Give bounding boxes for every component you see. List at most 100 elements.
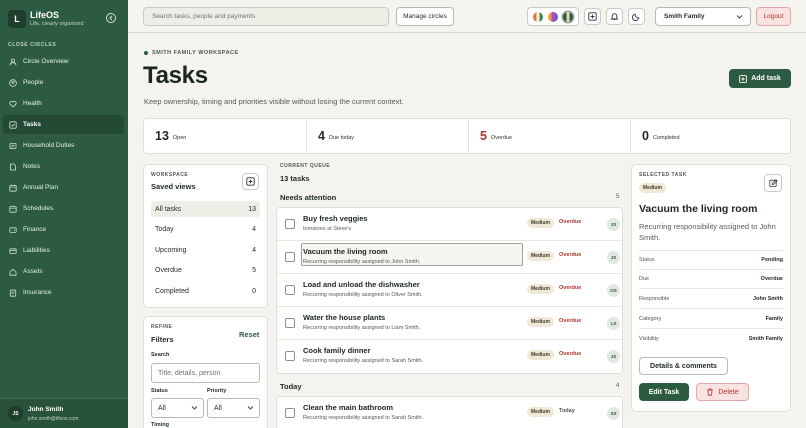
task-checkbox[interactable] [285,318,295,328]
view-completed[interactable]: Completed 0 [151,283,260,299]
view-upcoming[interactable]: Upcoming 4 [151,242,260,258]
stats-strip: 13 Open 4 Due today 5 Overdue 0 Completed [143,118,791,154]
status-select[interactable]: All [151,398,204,418]
detail-value: John Smith [753,296,783,302]
calendar-icon [9,184,17,192]
add-task-button[interactable]: Add task [729,69,791,88]
task-description: Recurring responsibility assigned to Sar… [303,358,424,364]
detail-title: Vacuum the living room [639,203,758,215]
sidebar-item-finance[interactable]: Finance [3,220,124,239]
task-row[interactable]: Clean the main bathroom Recurring respon… [277,397,622,428]
task-row-selected[interactable]: Vacuum the living room Recurring respons… [277,241,622,274]
queue-caption: CURRENT QUEUE [280,163,331,169]
theme-swatch-icon[interactable] [547,11,558,22]
delete-task-button[interactable]: Delete [696,383,749,401]
task-title: Clean the main bathroom [303,403,394,412]
priority-badge: Medium [527,284,554,294]
queue-count: 13 tasks [280,174,310,183]
task-row[interactable]: Water the house plants Recurring respons… [277,307,622,340]
assignee-avatar: JS [607,218,620,231]
task-checkbox[interactable] [285,252,295,262]
detail-key: Due [639,276,650,282]
task-description: Recurring responsibility assigned to Sar… [303,415,424,421]
reset-filters-button[interactable]: Reset [239,330,259,339]
sidebar-item-tasks[interactable]: Tasks [3,115,124,134]
manage-circles-button[interactable]: Manage circles [396,7,454,26]
sidebar-item-annual-plan[interactable]: Annual Plan [3,178,124,197]
pencil-icon [768,178,778,188]
due-status: Overdue [559,318,582,324]
sidebar-item-household-duties[interactable]: Household Duties [3,136,124,155]
assignee-avatar: JS [607,350,620,363]
view-overdue[interactable]: Overdue 5 [151,262,260,278]
sidebar-item-circle-overview[interactable]: Circle Overview [3,52,124,71]
sidebar: L LifeOS Life, clearly organized CLOSE C… [0,0,128,428]
task-list-today: Clean the main bathroom Recurring respon… [276,396,623,428]
wallet-icon [9,226,17,234]
app-logo[interactable]: L [8,10,26,28]
view-today[interactable]: Today 4 [151,221,260,237]
task-row[interactable]: Buy fresh veggies tomatoes at Steve's Me… [277,208,622,241]
priority-badge: Medium [639,183,666,193]
sidebar-item-label: Circle Overview [23,58,69,65]
stat-value: 0 [642,129,649,143]
sidebar-item-insurance[interactable]: Insurance [3,283,124,302]
task-checkbox[interactable] [285,285,295,295]
priority-field-label: Priority [207,388,227,394]
group-title: Needs attention [280,193,337,202]
stat-value: 5 [480,129,487,143]
task-title: Cook family dinner [303,346,371,355]
sidebar-item-schedules[interactable]: Schedules [3,199,124,218]
theme-swatch-icon[interactable] [562,11,573,22]
details-comments-button[interactable]: Details & comments [639,357,728,375]
priority-badge: Medium [527,317,554,327]
sidebar-item-label: Liabilities [23,247,50,254]
detail-key: Responsible [639,296,670,302]
collapse-sidebar-icon[interactable] [105,12,117,24]
due-status: Overdue [559,285,582,291]
group-count: 5 [616,194,620,200]
home-icon [9,268,17,276]
group-count: 4 [616,383,620,389]
theme-swatch-icon[interactable] [533,11,544,22]
sidebar-item-liabilities[interactable]: Liabilities [3,241,124,260]
stat-due-today: 4 Due today [306,119,468,153]
view-count: 13 [248,205,256,213]
logout-button[interactable]: Logout [756,7,791,26]
sidebar-item-notes[interactable]: Notes [3,157,124,176]
task-checkbox[interactable] [285,408,295,418]
search-field-label: Search [151,352,170,358]
sidebar-item-assets[interactable]: Assets [3,262,124,281]
task-row[interactable]: Cook family dinner Recurring responsibil… [277,340,622,373]
family-select[interactable]: Smith Family [655,7,751,26]
dark-mode-button[interactable] [628,8,645,25]
task-checkbox[interactable] [285,219,295,229]
edit-task-button[interactable]: Edit Task [639,383,689,401]
priority-badge: Medium [527,350,554,360]
priority-select[interactable]: All [207,398,260,418]
sidebar-item-people[interactable]: People [3,73,124,92]
task-description: tomatoes at Steve's [303,226,352,232]
add-view-button[interactable] [242,173,259,190]
notifications-button[interactable] [606,8,623,25]
stat-label: Completed [652,134,680,141]
panel-caption: REFINE [151,324,173,330]
sidebar-item-health[interactable]: Health [3,94,124,113]
quick-add-button[interactable] [584,8,601,25]
filter-search-input[interactable]: Title, details, person [151,363,260,383]
view-label: Today [155,225,174,233]
task-row[interactable]: Load and unload the dishwasher Recurring… [277,274,622,307]
edit-task-icon-button[interactable] [764,174,782,192]
task-checkbox[interactable] [285,351,295,361]
search-input[interactable]: Search tasks, people and payments [143,7,389,26]
view-label: All tasks [155,205,182,213]
color-theme-picker[interactable] [527,7,579,26]
stat-value: 4 [318,129,325,143]
priority-badge: Medium [527,407,554,417]
detail-row-visibility: Visibility Smith Family [639,329,783,348]
sidebar-item-label: Assets [23,268,43,275]
view-all-tasks[interactable]: All tasks 13 [151,201,260,217]
priority-badge: Medium [527,251,554,261]
detail-value: Smith Family [748,335,783,342]
sidebar-item-label: Notes [23,163,40,170]
